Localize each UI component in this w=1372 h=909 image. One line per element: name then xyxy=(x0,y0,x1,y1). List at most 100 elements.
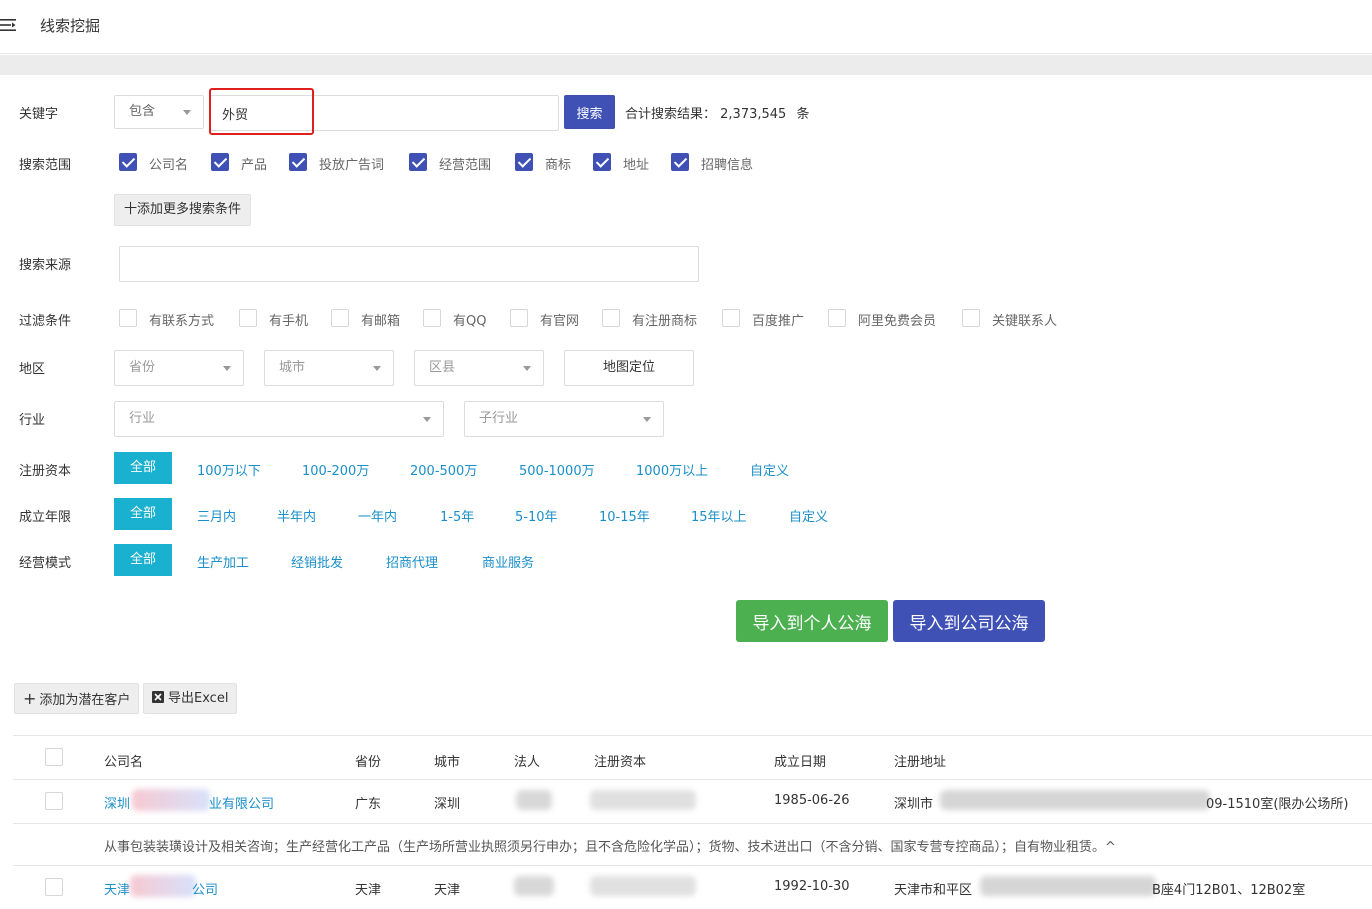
industry-select[interactable]: 行业 xyxy=(114,401,444,437)
scope-label-company: 公司名 xyxy=(149,158,189,173)
capital-option-2[interactable]: 100-200万 xyxy=(302,460,369,479)
scope-checkbox-business-scope[interactable] xyxy=(409,153,427,171)
city-select[interactable]: 城市 xyxy=(264,350,394,386)
filter-label-website: 有官网 xyxy=(540,314,580,329)
capital-option-custom[interactable]: 自定义 xyxy=(750,460,789,479)
row-city: 天津 xyxy=(434,883,461,898)
age-option-3[interactable]: 一年内 xyxy=(358,506,397,525)
redacted-capital xyxy=(590,876,696,896)
scope-label-product: 产品 xyxy=(241,158,268,173)
age-option-6[interactable]: 10-15年 xyxy=(599,506,650,525)
redacted-address xyxy=(940,790,1210,810)
import-company-pool-button[interactable]: 导入到公司公海 xyxy=(893,600,1045,642)
filter-checkbox-key-contact[interactable] xyxy=(962,309,980,327)
export-excel-button[interactable]: 导出Excel xyxy=(143,683,238,714)
add-prospect-label: 添加为潜在客户 xyxy=(39,693,131,708)
result-count: 2,373,545 xyxy=(720,107,787,122)
filter-checkbox-baidu[interactable] xyxy=(722,309,740,327)
search-button[interactable]: 搜索 xyxy=(564,95,615,129)
district-value: 区县 xyxy=(429,360,456,375)
menu-collapse-icon[interactable] xyxy=(0,17,18,33)
row-date: 1992-10-30 xyxy=(774,879,850,894)
mode-option-all[interactable]: 全部 xyxy=(114,544,172,576)
row-checkbox[interactable] xyxy=(45,878,63,896)
address-end: 09-1510室(限办公场所) xyxy=(1206,797,1349,812)
match-type-select[interactable]: 包含 xyxy=(114,95,204,129)
scope-label-address: 地址 xyxy=(623,158,650,173)
scope-label-trademark: 商标 xyxy=(545,158,572,173)
capital-option-5[interactable]: 1000万以上 xyxy=(636,460,708,479)
capital-option-all[interactable]: 全部 xyxy=(114,452,172,484)
address-start: 深圳市 xyxy=(894,797,934,812)
export-excel-label: 导出Excel xyxy=(168,691,229,706)
add-prospect-button[interactable]: + 添加为潜在客户 xyxy=(14,683,140,714)
redacted-address xyxy=(980,876,1156,896)
age-option-5[interactable]: 5-10年 xyxy=(515,506,558,525)
scope-checkbox-company[interactable] xyxy=(119,153,137,171)
filter-checkbox-website[interactable] xyxy=(510,309,528,327)
excel-icon xyxy=(152,691,164,703)
age-option-custom[interactable]: 自定义 xyxy=(789,506,828,525)
filter-checkbox-mobile[interactable] xyxy=(239,309,257,327)
keyword-label: 关键字 xyxy=(19,107,59,122)
chevron-down-icon xyxy=(523,366,531,371)
filter-label: 过滤条件 xyxy=(19,314,72,329)
company-name-start[interactable]: 深圳 xyxy=(104,793,130,812)
chevron-down-icon xyxy=(643,417,651,422)
capital-label: 注册资本 xyxy=(19,464,72,479)
scope-label: 搜索范围 xyxy=(19,158,72,173)
add-search-condition-button[interactable]: 十添加更多搜索条件 xyxy=(114,194,252,226)
company-name-end[interactable]: 公司 xyxy=(192,879,218,898)
age-option-2[interactable]: 半年内 xyxy=(277,506,316,525)
industry-value: 行业 xyxy=(129,411,156,426)
company-name-end[interactable]: 业有限公司 xyxy=(209,793,274,812)
header-date: 成立日期 xyxy=(774,755,827,770)
row-date: 1985-06-26 xyxy=(774,793,850,808)
mode-option-2[interactable]: 经销批发 xyxy=(291,552,343,571)
capital-option-3[interactable]: 200-500万 xyxy=(410,460,477,479)
row-border xyxy=(13,823,1372,824)
scope-checkbox-ad-keywords[interactable] xyxy=(289,153,307,171)
row-border xyxy=(13,865,1372,866)
address-start: 天津市和平区 xyxy=(894,883,973,898)
mode-option-3[interactable]: 招商代理 xyxy=(386,552,438,571)
scope-checkbox-address[interactable] xyxy=(593,153,611,171)
header-province: 省份 xyxy=(355,755,382,770)
mode-option-4[interactable]: 商业服务 xyxy=(482,552,534,571)
scope-checkbox-trademark[interactable] xyxy=(515,153,533,171)
header-capital: 注册资本 xyxy=(594,755,647,770)
city-value: 城市 xyxy=(279,360,306,375)
mode-option-1[interactable]: 生产加工 xyxy=(197,552,249,571)
scope-checkbox-recruitment[interactable] xyxy=(671,153,689,171)
filter-label-ali-member: 阿里免费会员 xyxy=(858,314,937,329)
filter-checkbox-email[interactable] xyxy=(331,309,349,327)
header-legal-person: 法人 xyxy=(514,755,541,770)
capital-option-4[interactable]: 500-1000万 xyxy=(519,460,595,479)
map-locate-button[interactable]: 地图定位 xyxy=(564,350,694,386)
province-select[interactable]: 省份 xyxy=(114,350,244,386)
company-name-start[interactable]: 天津 xyxy=(104,879,130,898)
sub-industry-select[interactable]: 子行业 xyxy=(464,401,664,437)
row-checkbox[interactable] xyxy=(45,792,63,810)
district-select[interactable]: 区县 xyxy=(414,350,544,386)
scope-checkbox-product[interactable] xyxy=(211,153,229,171)
filter-label-key-contact: 关键联系人 xyxy=(992,314,1058,329)
import-personal-pool-button[interactable]: 导入到个人公海 xyxy=(736,600,888,642)
select-all-checkbox[interactable] xyxy=(45,748,63,766)
redacted-legal-person xyxy=(516,790,552,810)
age-option-all[interactable]: 全部 xyxy=(114,498,172,530)
age-option-7[interactable]: 15年以上 xyxy=(691,506,747,525)
source-input[interactable] xyxy=(119,246,699,282)
age-option-1[interactable]: 三月内 xyxy=(197,506,236,525)
province-value: 省份 xyxy=(129,360,156,375)
scope-label-ad-keywords: 投放广告词 xyxy=(319,158,385,173)
filter-checkbox-ali-member[interactable] xyxy=(828,309,846,327)
filter-label-qq: 有QQ xyxy=(453,314,487,329)
age-option-4[interactable]: 1-5年 xyxy=(440,506,474,525)
capital-option-1[interactable]: 100万以下 xyxy=(197,460,261,479)
filter-checkbox-contact[interactable] xyxy=(119,309,137,327)
filter-checkbox-trademark[interactable] xyxy=(602,309,620,327)
filter-checkbox-qq[interactable] xyxy=(423,309,441,327)
row-province: 广东 xyxy=(355,797,382,812)
keyword-input[interactable] xyxy=(209,95,559,131)
